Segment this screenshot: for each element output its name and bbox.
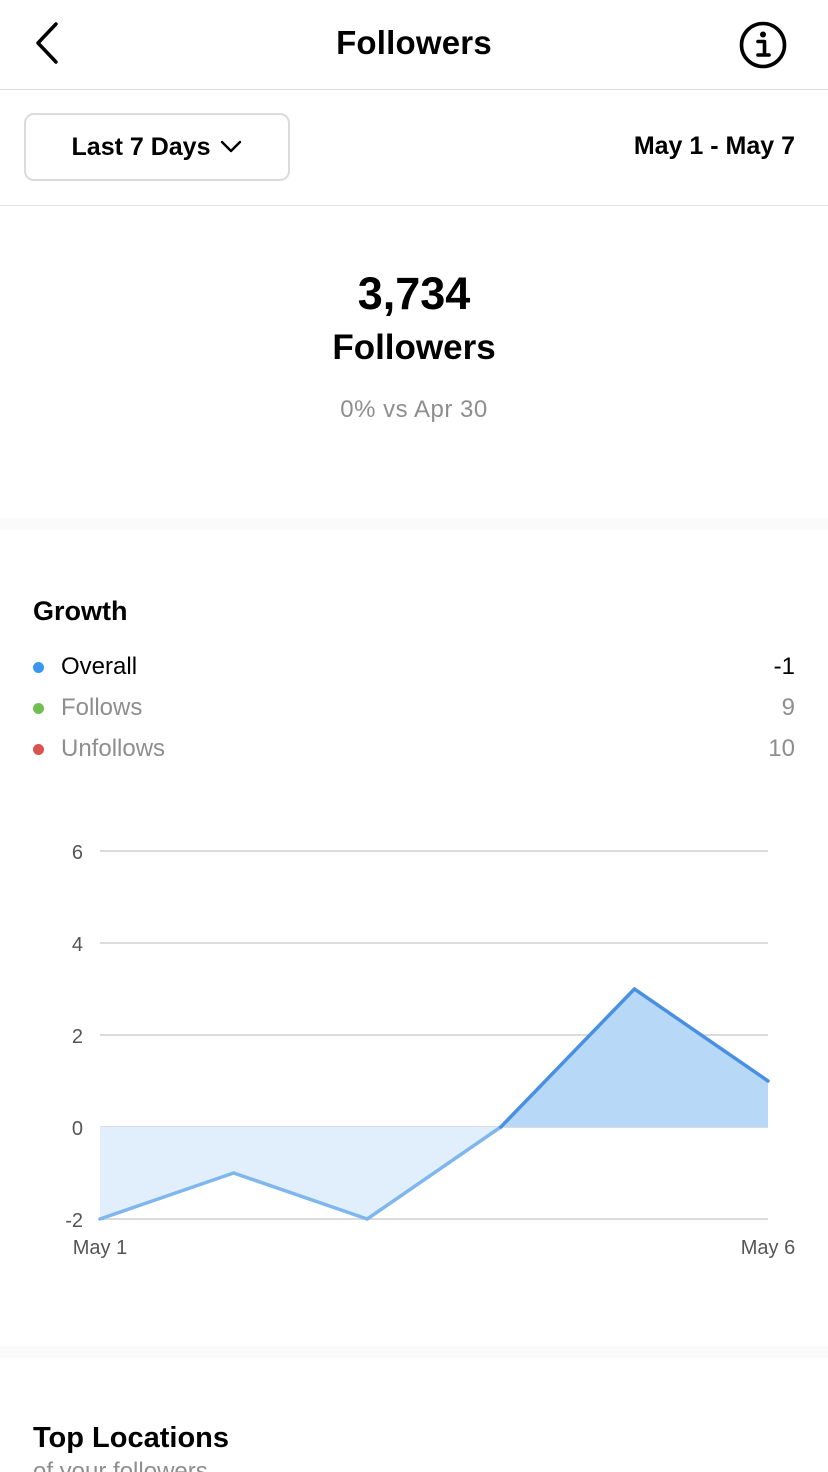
y-tick-label: 0 <box>72 1118 83 1140</box>
growth-section: Growth Overall -1 Follows 9 Unfollows 10… <box>0 530 828 1346</box>
legend-value-follows: 9 <box>781 694 795 721</box>
legend-label-overall: Overall <box>61 653 138 680</box>
date-range-text: May 1 - May 7 <box>633 132 795 160</box>
date-range-dropdown[interactable]: Last 7 Days <box>24 113 290 181</box>
info-button[interactable] <box>738 20 788 70</box>
positive-area <box>500 989 768 1127</box>
date-range-bar: Last 7 Days May 1 - May 7 <box>0 90 828 206</box>
section-divider <box>0 518 828 530</box>
x-tick-label: May 1 <box>73 1237 127 1259</box>
legend-item-follows[interactable]: Follows 9 <box>33 691 795 725</box>
section-divider <box>0 1346 828 1358</box>
chevron-down-icon <box>221 140 242 153</box>
x-tick-label: May 6 <box>741 1237 795 1259</box>
info-icon <box>739 21 787 69</box>
y-tick-label: 4 <box>72 934 83 956</box>
legend-item-unfollows[interactable]: Unfollows 10 <box>33 732 795 766</box>
legend-label-follows: Follows <box>61 694 143 721</box>
top-locations-section: Top Locations of your followers <box>0 1358 828 1472</box>
y-tick-label: 6 <box>72 842 83 864</box>
top-locations-title: Top Locations <box>33 1422 230 1454</box>
legend-dot-follows <box>33 702 44 714</box>
legend-item-overall[interactable]: Overall -1 <box>33 650 795 684</box>
legend-value-unfollows: 10 <box>768 735 795 762</box>
legend-dot-unfollows <box>33 743 44 755</box>
y-tick-label: 2 <box>72 1026 83 1048</box>
legend-label-unfollows: Unfollows <box>61 735 166 762</box>
legend-dot-overall <box>33 661 44 673</box>
follower-count: 3,734 <box>357 268 471 319</box>
y-tick-label: -2 <box>65 1210 83 1232</box>
page-title: Followers <box>336 24 492 61</box>
nav-bar: Followers <box>0 0 828 90</box>
follower-count-label: Followers <box>332 328 496 367</box>
growth-chart[interactable]: 6 4 2 0 -2 May 1 May 6 <box>0 830 828 1280</box>
negative-area <box>100 1127 501 1219</box>
follower-comparison: 0% vs Apr 30 <box>340 396 488 423</box>
date-range-label: Last 7 Days <box>71 132 211 161</box>
legend-value-overall: -1 <box>773 653 795 680</box>
top-locations-subtitle: of your followers <box>33 1458 208 1472</box>
follower-summary: 3,734 Followers 0% vs Apr 30 <box>0 206 828 518</box>
growth-title: Growth <box>33 596 128 626</box>
